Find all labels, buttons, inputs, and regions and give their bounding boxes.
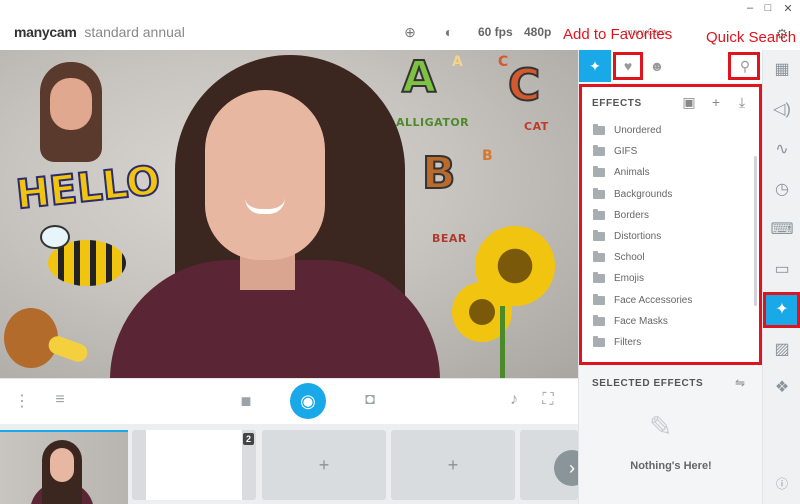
favorites-annotation: Add to Favorites [563, 26, 673, 43]
draw-icon[interactable]: ∿ [763, 134, 800, 166]
cat-word: CAT [524, 120, 549, 133]
empty-state-text: Nothing's Here! [630, 460, 712, 472]
magic-wand-icon: ✦ [589, 58, 601, 74]
bear-word: BEAR [432, 232, 467, 245]
selected-effects-header: SELECTED EFFECTS [592, 378, 704, 389]
brand-name: manycam [14, 24, 77, 40]
images-icon[interactable]: ▨ [763, 334, 800, 366]
presets-icon[interactable]: ▦ [763, 54, 800, 86]
tab-masks[interactable]: ☻ [643, 52, 671, 80]
thumb-face [50, 448, 74, 482]
bee-wing [40, 225, 70, 249]
integrations-icon[interactable]: ❖ [763, 372, 800, 404]
playlist-icon[interactable]: ≡ [50, 391, 70, 409]
quick-search-annotation: Quick Search [706, 29, 797, 46]
bitmoji-face [50, 78, 92, 130]
effects-highlight [579, 84, 762, 365]
resolution-selector[interactable]: 480p [524, 25, 551, 39]
search-highlight [728, 52, 760, 80]
control-bar: ⋮ ≡ ■ ◉ ◘ ♪ ⛶ [0, 378, 578, 424]
video-preview[interactable]: HELLO A A ALLIGATOR C C CAT B B BEAR [0, 50, 578, 378]
sunflower-stem [500, 306, 505, 378]
mask-icon: ☻ [649, 58, 665, 74]
layer-count-badge: 2 [242, 433, 254, 445]
keyboard-icon[interactable]: ⌨ [763, 214, 800, 246]
maximize-button[interactable]: □ [762, 2, 774, 14]
info-icon[interactable]: ⓘ [763, 468, 800, 500]
person-face [205, 90, 325, 260]
live-source-thumbnail[interactable] [0, 430, 128, 504]
bear-small-letter: B [482, 148, 493, 164]
alligator-small-letter: A [452, 54, 463, 70]
broadcast-icon: ◉ [300, 391, 316, 411]
fps-selector[interactable]: 60 fps [478, 25, 513, 39]
sources-strip: 2 + + › [0, 424, 590, 504]
cat-small-letter: C [498, 54, 509, 70]
history-icon[interactable]: ◷ [763, 174, 800, 206]
source-slot[interactable]: 2 [132, 430, 256, 500]
more-vertical-icon[interactable]: ⋮ [12, 391, 32, 411]
lower-thirds-icon[interactable]: ▭ [763, 254, 800, 286]
alligator-letter: A [401, 51, 437, 104]
fullscreen-icon[interactable]: ⛶ [538, 391, 558, 409]
tab-effects[interactable]: ✦ [579, 50, 611, 82]
source-slot-preview [146, 430, 242, 500]
audio-icon[interactable]: ◁) [763, 94, 800, 126]
top-bar: manycam standard annual ⊕ ◐ 60 fps 480p … [0, 0, 800, 50]
camera-icon[interactable]: ◘ [360, 391, 380, 409]
brightness-icon[interactable]: ◐ [441, 24, 457, 40]
monkey-sticker [4, 308, 58, 368]
brand-edition: standard annual [84, 24, 185, 40]
zoom-icon[interactable]: ⊕ [402, 24, 418, 40]
effects-rail-highlight [763, 292, 800, 328]
close-button[interactable]: ✕ [782, 2, 794, 15]
minimize-button[interactable]: – [744, 2, 756, 14]
microphone-icon[interactable]: ♪ [504, 391, 524, 409]
magic-wand-icon: ✎ [649, 411, 673, 442]
bear-letter: B [421, 147, 457, 200]
video-camera-icon[interactable]: ■ [236, 391, 256, 412]
cat-letter: C [507, 59, 541, 112]
tools-rail: ▦ ◁) ∿ ◷ ⌨ ▭ ✦ ▨ ❖ ⓘ [762, 50, 800, 504]
favorites-highlight [613, 52, 643, 80]
sliders-icon[interactable]: ⇋ [735, 376, 745, 390]
app-brand: manycam standard annual [14, 24, 185, 40]
add-source-slot[interactable]: + [262, 430, 386, 500]
add-source-slot[interactable]: + [391, 430, 515, 500]
alligator-word: ALLIGATOR [396, 116, 470, 129]
broadcast-button[interactable]: ◉ [290, 383, 326, 419]
